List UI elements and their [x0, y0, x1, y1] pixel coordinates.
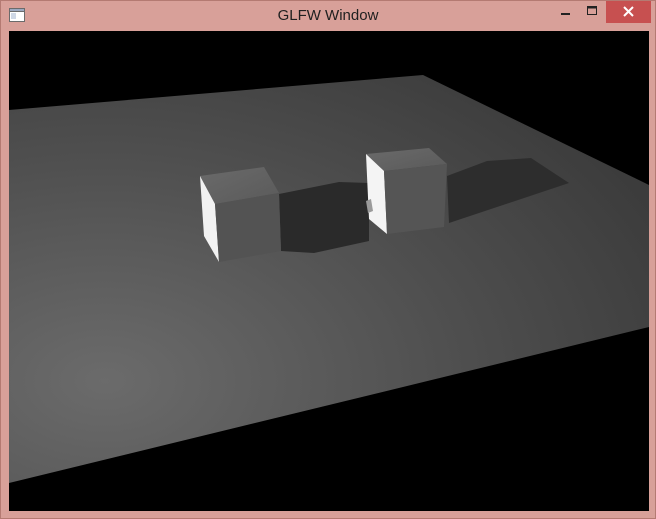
minimize-icon — [561, 13, 570, 15]
close-icon — [623, 6, 634, 17]
maximize-icon — [587, 6, 597, 15]
close-button[interactable] — [606, 1, 651, 23]
maximize-button[interactable] — [579, 1, 605, 23]
cube-right — [366, 148, 447, 234]
render-viewport[interactable] — [9, 31, 649, 511]
cube-shadow-left — [279, 182, 369, 253]
app-window: GLFW Window — [0, 0, 656, 519]
minimize-button[interactable] — [552, 1, 579, 23]
floor-plane — [9, 75, 649, 483]
cube-left — [200, 167, 281, 262]
title-bar[interactable]: GLFW Window — [1, 1, 655, 31]
